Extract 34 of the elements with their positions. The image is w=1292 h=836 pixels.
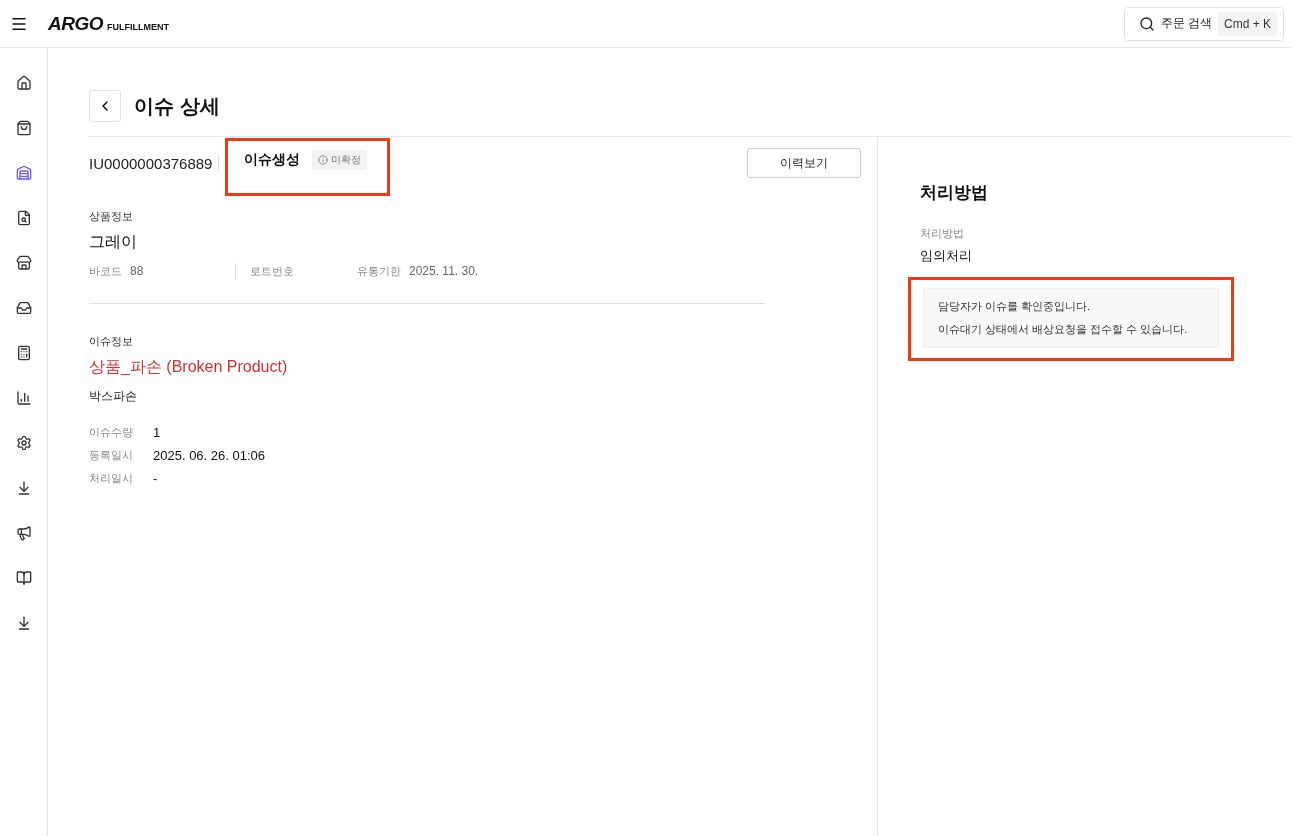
section-title: 처리방법 [920,182,989,204]
logo: ARGO [48,12,103,35]
field-label: 처리방법 [920,226,965,241]
search-icon [1138,15,1155,32]
issue-type: 상품_파손 (Broken Product) [89,357,289,377]
section-label: 이슈정보 [89,334,134,349]
field-label: 등록일시 [89,448,134,463]
order-search-button[interactable]: 주문 검색 Cmd + K [1123,6,1284,41]
field-label: 이슈수량 [89,425,134,440]
field-value: 2025. 11. 30. [409,264,479,278]
product-name: 그레이 [89,232,138,252]
field-value: 88 [130,264,144,278]
field-value: 2025. 06. 26. 01:06 [153,448,267,463]
issue-id: IU0000000376889 [89,154,213,172]
section-label: 상품정보 [89,209,134,224]
logo-subtitle: FULFILLMENT [107,21,169,32]
shortcut-key: Cmd + K [1218,11,1277,36]
back-button[interactable] [89,90,121,122]
field-value: 임의처리 [920,247,973,265]
notice-text: 이슈대기 상태에서 배상요청을 접수할 수 있습니다. [938,322,1189,337]
field-value: - [153,471,159,486]
issue-detail: 박스파손 [89,388,138,405]
notice-text: 담당자가 이슈를 확인중입니다. [938,299,1092,314]
page-title: 이슈 상세 [134,93,220,119]
issue-status: 이슈생성 [244,151,301,169]
field-label: 로트번호 [250,263,294,279]
info-icon [318,155,329,165]
field-label: 처리일시 [89,471,134,486]
field-label: 바코드 [89,263,122,279]
field-value: 1 [153,425,162,440]
badge-label: 미확정 [331,153,362,167]
search-label: 주문 검색 [1160,15,1212,32]
history-button[interactable]: 이력보기 [747,148,861,178]
field-label: 유통기한 [357,263,401,279]
